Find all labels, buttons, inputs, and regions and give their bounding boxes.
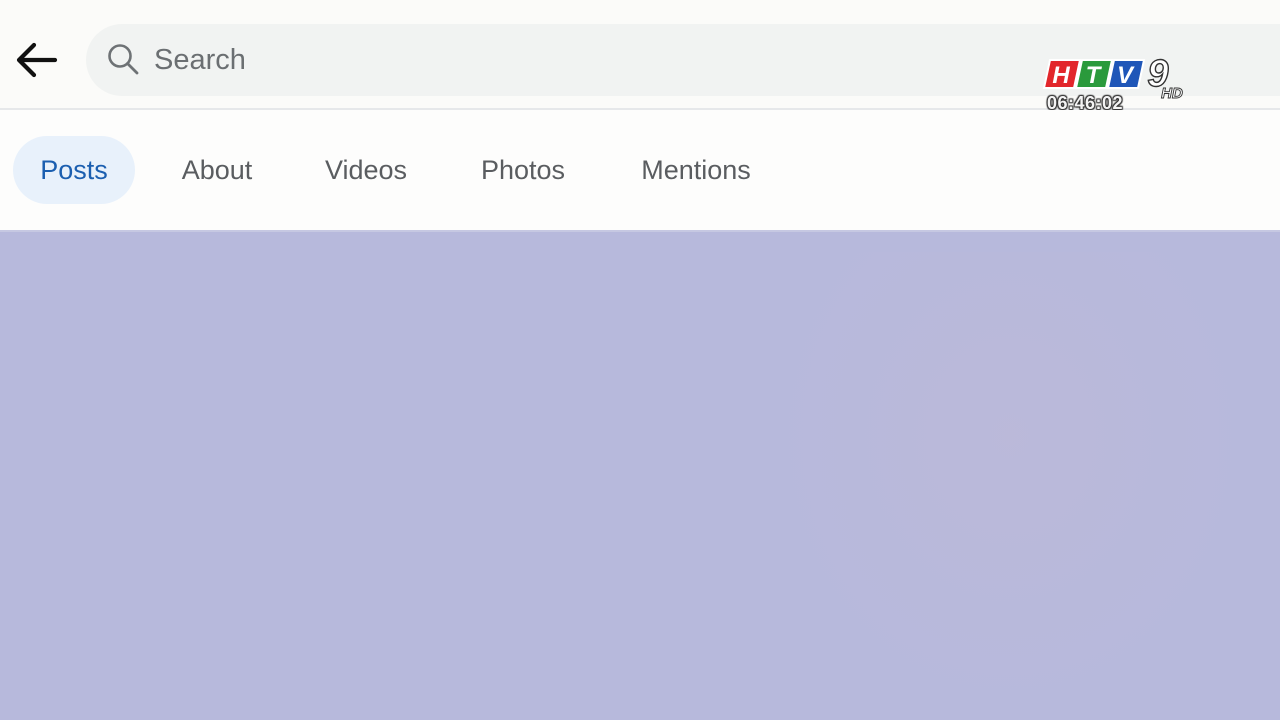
tab-posts[interactable]: Posts — [13, 136, 135, 204]
tab-about[interactable]: About — [162, 136, 272, 204]
svg-text:V: V — [1117, 62, 1135, 89]
arrow-left-icon — [16, 42, 58, 78]
search-input[interactable] — [154, 36, 1054, 84]
profile-tab-bar: Posts About Videos Photos Mentions — [0, 110, 1280, 230]
page: H T V 9 HD 06:46:02 Posts About Videos P… — [0, 0, 1280, 720]
search-icon — [108, 44, 139, 75]
tab-videos[interactable]: Videos — [305, 136, 427, 204]
content-shading — [770, 252, 1250, 712]
back-button[interactable] — [10, 36, 62, 84]
svg-text:HD: HD — [1161, 85, 1183, 102]
tab-photos[interactable]: Photos — [460, 136, 586, 204]
content-area — [0, 230, 1280, 720]
svg-text:H: H — [1052, 62, 1070, 89]
tab-mentions[interactable]: Mentions — [620, 136, 772, 204]
svg-text:T: T — [1086, 62, 1103, 89]
